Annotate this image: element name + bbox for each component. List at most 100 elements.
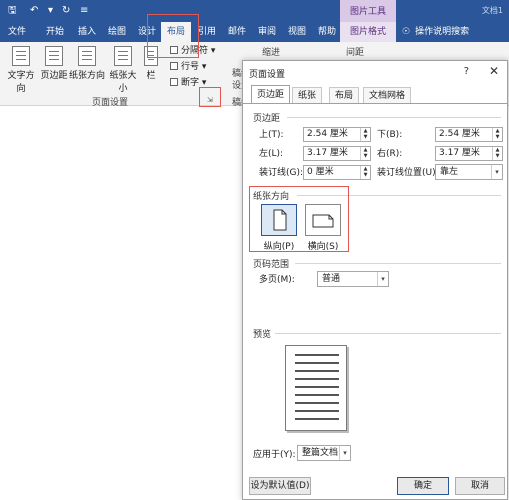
pages-section-line <box>295 263 501 264</box>
text-direction-label: 文字方向 <box>7 71 35 94</box>
chevron-down-icon: ▾ <box>377 272 388 286</box>
apply-to-select[interactable]: 整篇文档 ▾ <box>297 445 351 461</box>
orientation-label: 纸张方向 <box>69 71 106 81</box>
margins-section-line <box>287 117 501 118</box>
picture-tools-label: 图片工具 <box>349 7 386 17</box>
chevron-down-icon: ▾ <box>491 165 502 179</box>
top-margin-label: 上(T): <box>259 130 284 140</box>
preview-line <box>295 386 339 388</box>
preview-line <box>295 378 339 380</box>
preview-line <box>295 410 339 412</box>
cancel-button[interactable]: 取消 <box>455 477 505 495</box>
close-icon[interactable]: ✕ <box>489 64 499 78</box>
customize-icon[interactable]: ≡ <box>80 5 88 17</box>
tab-references[interactable]: 引用 <box>196 25 218 39</box>
preview-line <box>295 402 339 404</box>
gutter-label: 装订线(G): <box>259 168 304 178</box>
tab-margins[interactable]: 页边距 <box>251 85 291 103</box>
line-numbers-icon <box>170 62 178 70</box>
tab-draw[interactable]: 绘图 <box>106 25 128 39</box>
pages-section-label: 页码范围 <box>253 260 290 270</box>
hyphenation-icon <box>170 78 178 86</box>
size-icon <box>114 46 132 66</box>
margins-button[interactable]: 页边距 <box>40 46 68 84</box>
tab-document-grid[interactable]: 文档网格 <box>363 87 412 103</box>
left-margin-label: 左(L): <box>259 149 284 159</box>
orientation-button[interactable]: 纸张方向 <box>69 46 105 84</box>
preview-section-label: 预览 <box>253 330 272 340</box>
top-margin-value: 2.54 厘米 <box>307 129 348 139</box>
tab-review[interactable]: 审阅 <box>256 25 278 39</box>
line-numbers-button[interactable]: 行号 ▾ <box>170 62 206 73</box>
spin-arrows-icon[interactable]: ▲ ▼ <box>360 128 370 141</box>
page-setup-dialog: 页面设置 ? ✕ 页边距 纸张 布局 文档网格 页边距 上(T): 2.54 厘… <box>242 60 508 500</box>
spin-arrows-icon[interactable]: ▲ ▼ <box>360 147 370 160</box>
right-margin-label: 右(R): <box>377 149 403 159</box>
tab-insert[interactable]: 插入 <box>76 25 98 39</box>
spin-arrows-icon[interactable]: ▲ ▼ <box>492 128 502 141</box>
orientation-icon <box>78 46 96 66</box>
dialog-title: 页面设置 <box>249 70 286 80</box>
tab-layout-dialog[interactable]: 布局 <box>329 87 360 103</box>
tab-view[interactable]: 视图 <box>286 25 308 39</box>
tab-paper[interactable]: 纸张 <box>292 87 323 103</box>
save-icon[interactable]: 🖫 <box>8 5 17 17</box>
preview-page <box>285 345 347 431</box>
spin-arrows-icon[interactable]: ▲ ▼ <box>360 166 370 179</box>
tell-me-search[interactable]: ☉ 操作说明搜索 <box>402 24 469 40</box>
hyphenation-label: 断字 <box>181 78 200 88</box>
multiple-pages-value: 普通 <box>322 274 341 284</box>
undo-icon[interactable]: ↶ <box>30 5 38 17</box>
gutter-position-label: 装订线位置(U): <box>377 168 439 178</box>
tab-mailings[interactable]: 邮件 <box>226 25 248 39</box>
apply-to-value: 整篇文档 <box>302 448 339 458</box>
preview-line <box>295 418 339 420</box>
tab-file[interactable]: 文件 <box>0 22 34 42</box>
indent-label: 缩进 <box>262 48 281 58</box>
margins-section-label: 页边距 <box>253 114 281 124</box>
apply-to-label: 应用于(Y): <box>253 450 296 460</box>
launcher-highlight <box>199 87 221 107</box>
preview-line <box>295 370 339 372</box>
undo-dropdown-icon[interactable]: ▾ <box>48 5 53 17</box>
bottom-margin-label: 下(B): <box>377 130 403 140</box>
right-margin-field[interactable]: 3.17 厘米 ▲ ▼ <box>435 146 503 161</box>
tab-picture-format[interactable]: 图片格式 <box>340 22 396 42</box>
chevron-down-icon: ▾ <box>339 446 350 460</box>
lightbulb-icon: ☉ <box>402 27 411 37</box>
bottom-margin-field[interactable]: 2.54 厘米 ▲ ▼ <box>435 127 503 142</box>
gutter-position-select[interactable]: 靠左 ▾ <box>435 164 503 180</box>
spin-arrows-icon[interactable]: ▲ ▼ <box>492 147 502 160</box>
word-window: 🖫 ↶ ▾ ↻ ≡ 图片工具 文档1 文件 开始 插入 绘图 设计 布局 引用 … <box>0 0 509 500</box>
top-margin-field[interactable]: 2.54 厘米 ▲ ▼ <box>303 127 371 142</box>
size-label: 纸张大小 <box>109 71 137 94</box>
help-icon[interactable]: ? <box>464 66 469 77</box>
set-default-button[interactable]: 设为默认值(D) <box>249 477 311 495</box>
left-margin-value: 3.17 厘米 <box>307 148 348 158</box>
spacing-label: 间距 <box>346 48 365 58</box>
margins-icon <box>45 46 63 66</box>
tell-me-label: 操作说明搜索 <box>415 27 470 37</box>
preview-line <box>295 354 339 356</box>
tab-help[interactable]: 帮助 <box>316 25 338 39</box>
right-margin-value: 3.17 厘米 <box>439 148 480 158</box>
orientation-highlight <box>249 186 349 252</box>
tab-home[interactable]: 开始 <box>44 25 66 39</box>
preview-line <box>295 394 339 396</box>
layout-tab-highlight <box>147 14 199 58</box>
gutter-field[interactable]: 0 厘米 ▲ ▼ <box>303 165 371 180</box>
ok-button[interactable]: 确定 <box>397 477 449 495</box>
redo-icon[interactable]: ↻ <box>62 5 70 17</box>
text-direction-button[interactable]: 文字方向 <box>4 46 38 94</box>
text-direction-icon <box>12 46 30 66</box>
bottom-margin-value: 2.54 厘米 <box>439 129 480 139</box>
left-margin-field[interactable]: 3.17 厘米 ▲ ▼ <box>303 146 371 161</box>
multiple-pages-select[interactable]: 普通 ▾ <box>317 271 389 287</box>
preview-line <box>295 362 339 364</box>
preview-section-line <box>275 333 501 334</box>
line-numbers-label: 行号 <box>181 62 200 72</box>
document-title: 文档1 <box>481 6 503 15</box>
size-button[interactable]: 纸张大小 <box>106 46 140 94</box>
gutter-position-value: 靠左 <box>440 167 459 177</box>
columns-label: 栏 <box>146 71 156 81</box>
